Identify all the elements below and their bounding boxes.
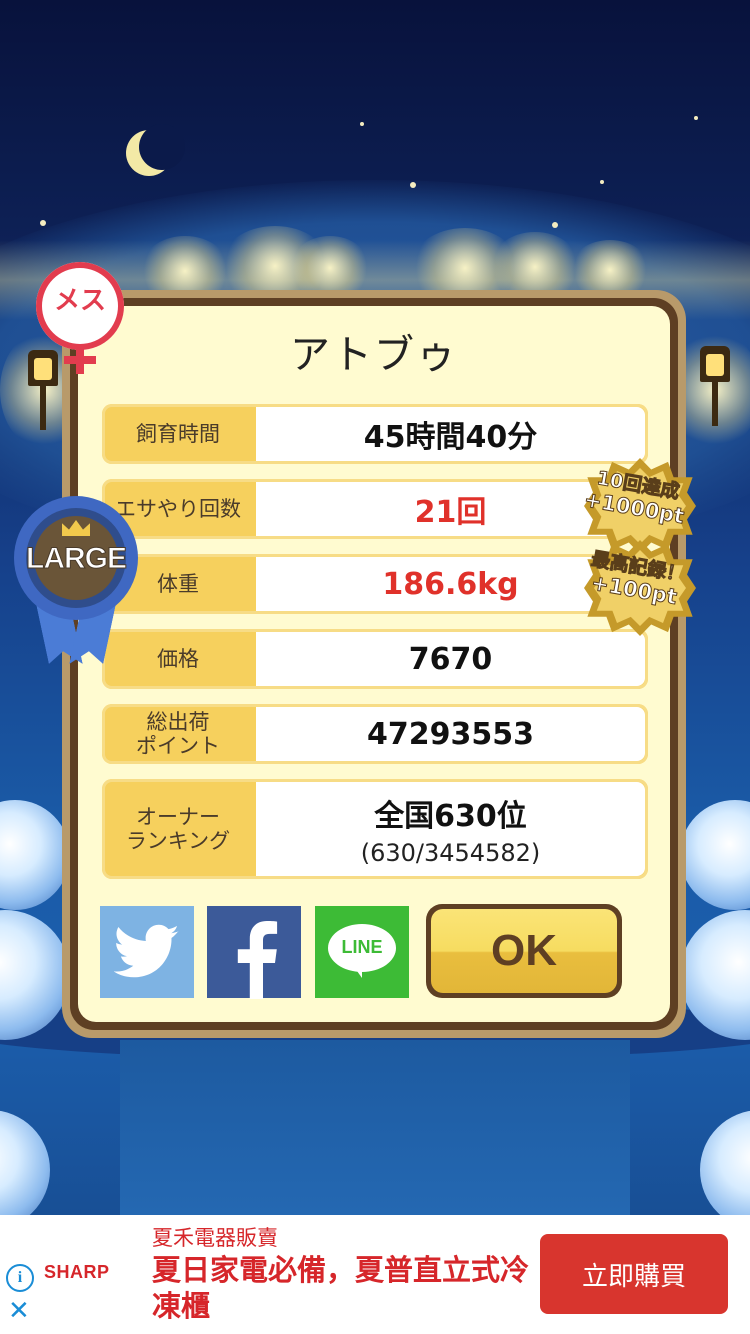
stat-row-breeding-time: 飼育時間 45時間40分 <box>102 404 648 464</box>
twitter-bird-icon <box>114 924 179 978</box>
stage-path <box>120 1040 630 1215</box>
stat-label: 飼育時間 <box>136 422 220 446</box>
pig-name-title: アトブゥ <box>290 332 458 378</box>
twitter-share-button[interactable] <box>100 906 194 998</box>
line-bubble-icon: LINE <box>328 924 396 980</box>
ad-close-icon[interactable]: ✕ <box>8 1298 30 1324</box>
stat-row-price: 価格 7670 <box>102 629 648 689</box>
stat-row-shipping-points: 総出荷 ポイント 47293553 <box>102 704 648 764</box>
stat-row-owner-ranking: オーナー ランキング 全国630位 (630/3454582) <box>102 779 648 879</box>
star-icon <box>600 180 604 184</box>
star-icon <box>694 116 698 120</box>
female-gender-badge: メス <box>36 262 124 374</box>
street-lamp-icon <box>700 336 730 426</box>
stat-label: オーナー ランキング <box>125 805 231 853</box>
light-orb <box>700 1110 750 1215</box>
size-label: LARGE <box>26 542 128 576</box>
star-icon <box>552 222 558 228</box>
ok-button[interactable]: OK <box>426 904 622 998</box>
light-orb <box>0 1110 50 1215</box>
ad-headline: 夏日家電必備，夏普直立式冷凍櫃 <box>152 1253 530 1323</box>
star-icon <box>410 182 416 188</box>
star-icon <box>40 220 46 226</box>
line-label: LINE <box>341 937 383 957</box>
facebook-share-button[interactable] <box>207 906 301 999</box>
stat-value: 全国630位 <box>374 799 527 834</box>
stat-value: 7670 <box>408 641 493 677</box>
gender-label: メス <box>53 286 106 316</box>
stat-value: 47293553 <box>367 716 534 752</box>
street-lamp-icon <box>28 340 58 430</box>
large-size-ribbon: LARGE <box>14 496 138 666</box>
light-orb <box>680 800 750 910</box>
moon-icon <box>126 124 185 176</box>
stat-subvalue: (630/3454582) <box>360 839 541 867</box>
light-orb <box>0 800 70 910</box>
ad-advertiser: 夏禾電器販賣 <box>152 1226 278 1250</box>
stat-value: 45時間40分 <box>363 420 538 455</box>
stat-label: 総出荷 ポイント <box>136 710 220 758</box>
facebook-f-icon <box>237 921 278 999</box>
ok-button-label: OK <box>431 909 617 993</box>
ad-info-icon[interactable]: i <box>6 1264 34 1292</box>
ad-brand-logo: SHARP <box>44 1262 110 1282</box>
star-icon <box>360 122 364 126</box>
stat-value: 21回 <box>414 495 487 530</box>
line-share-button[interactable]: LINE <box>315 906 409 998</box>
stat-value: 186.6kg <box>382 566 519 602</box>
ad-buy-button[interactable]: 立即購買 <box>540 1234 728 1314</box>
